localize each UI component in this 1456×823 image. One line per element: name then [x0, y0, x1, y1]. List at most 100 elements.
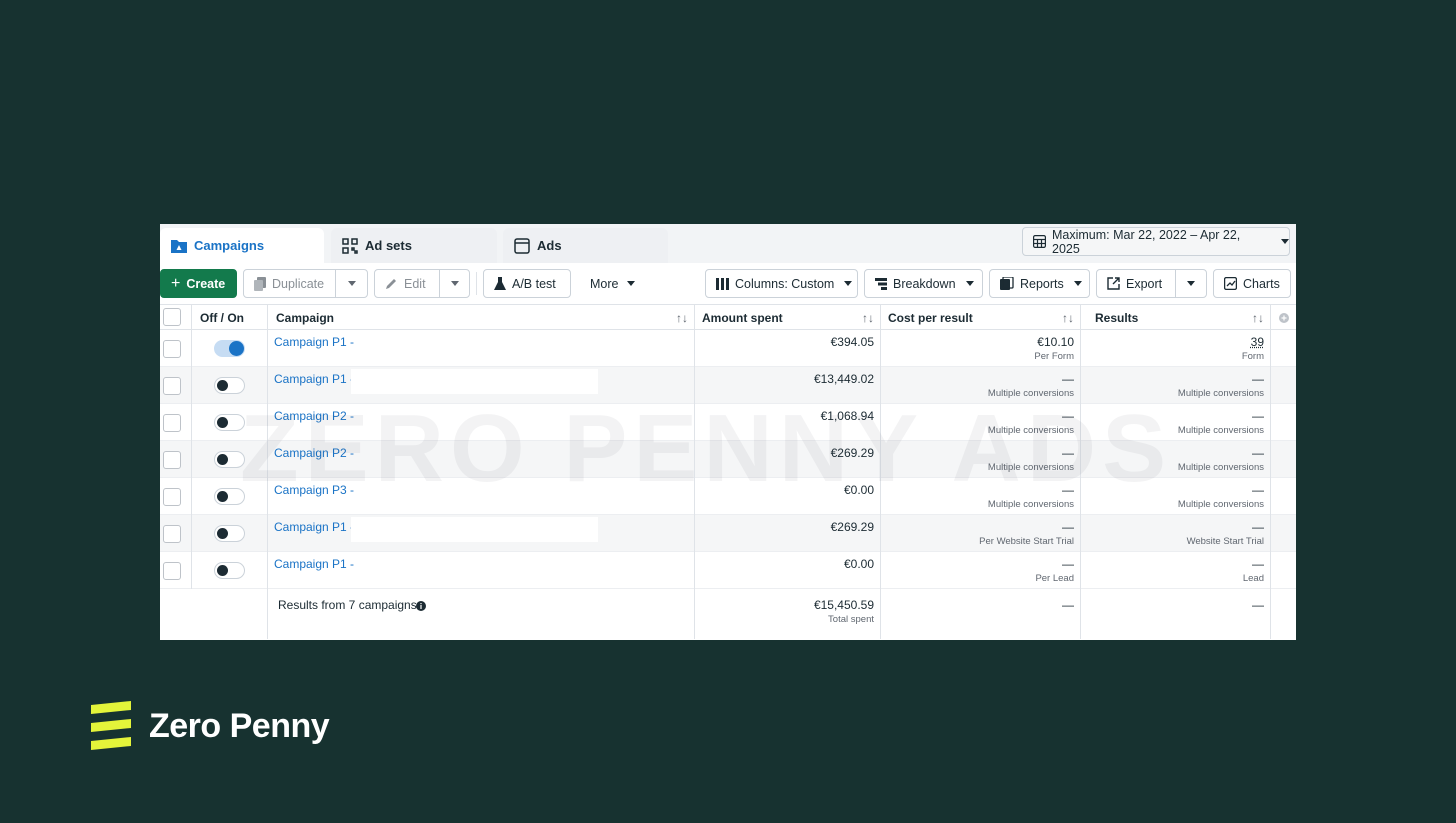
toggle-cell [192, 367, 268, 404]
table-row[interactable]: Campaign P1 - €13,449.02 — Multiple convers… [160, 367, 1296, 404]
table-row[interactable]: Campaign P1 - €269.29 — Per Website Start T… [160, 515, 1296, 552]
table-row[interactable]: Campaign P1 - €0.00 — Per Lead — Lead [160, 552, 1296, 589]
campaign-name-link[interactable]: Campaign P2 - [274, 446, 354, 460]
header-select-cell [160, 305, 192, 330]
campaign-name-link[interactable]: Campaign P1 - [274, 372, 354, 386]
sort-icon[interactable]: ↑↓ [862, 311, 874, 325]
export-button[interactable]: Export [1096, 269, 1176, 298]
ab-test-button[interactable]: A/B test [483, 269, 571, 298]
header-offon[interactable]: Off / On [192, 305, 268, 330]
toolbar-divider [476, 272, 477, 295]
results-cell: — Multiple conversions [1081, 367, 1271, 404]
campaign-name-link[interactable]: Campaign P1 - [274, 335, 354, 349]
edit-menu-button[interactable] [439, 269, 470, 298]
campaign-toggle[interactable] [214, 488, 245, 505]
amount-value: €0.00 [843, 483, 874, 497]
tab-ad-sets[interactable]: Ad sets [331, 228, 497, 263]
results-value: — [1252, 520, 1264, 534]
header-cost-per-result[interactable]: Cost per result ↑↓ [881, 305, 1081, 330]
footer-amount: €15,450.59 [813, 598, 874, 612]
cost-cell: — Multiple conversions [881, 367, 1081, 404]
breakdown-button[interactable]: Breakdown [864, 269, 983, 298]
row-checkbox[interactable] [163, 488, 181, 506]
reports-button[interactable]: Reports [989, 269, 1090, 298]
campaign-name-link[interactable]: Campaign P1 - [274, 557, 354, 571]
results-subtext: Website Start Trial [1186, 536, 1264, 547]
results-cell: — Website Start Trial [1081, 515, 1271, 552]
campaign-toggle[interactable] [214, 451, 245, 468]
amount-cell: €269.29 [695, 441, 881, 478]
duplicate-menu-button[interactable] [335, 269, 368, 298]
row-checkbox[interactable] [163, 562, 181, 580]
row-checkbox[interactable] [163, 525, 181, 543]
row-checkbox[interactable] [163, 414, 181, 432]
amount-cell: €1,068.94 [695, 404, 881, 441]
campaign-cell: Campaign P3 - [268, 478, 695, 515]
cost-subtext: Per Form [1034, 351, 1074, 362]
charts-button[interactable]: Charts [1213, 269, 1291, 298]
results-value[interactable]: 39 [1251, 335, 1264, 349]
footer-cost: — [1062, 598, 1074, 612]
toggle-knob [217, 417, 228, 428]
reports-label: Reports [1020, 276, 1064, 291]
sort-icon[interactable]: ↑↓ [676, 311, 688, 325]
campaign-name-link[interactable]: Campaign P2 - [274, 409, 354, 423]
campaign-cell: Campaign P1 - [268, 552, 695, 589]
export-label: Export [1126, 276, 1163, 291]
tab-campaigns[interactable]: Campaigns [160, 228, 324, 263]
add-column-button[interactable] [1271, 305, 1296, 330]
pencil-icon [385, 277, 398, 290]
cost-cell: — Multiple conversions [881, 441, 1081, 478]
export-menu-button[interactable] [1175, 269, 1207, 298]
row-checkbox[interactable] [163, 340, 181, 358]
chevron-down-icon [965, 281, 974, 286]
sort-icon[interactable]: ↑↓ [1062, 311, 1074, 325]
more-button[interactable]: More [578, 269, 646, 298]
header-amount-spent[interactable]: Amount spent ↑↓ [695, 305, 881, 330]
select-all-checkbox[interactable] [163, 308, 181, 326]
row-checkbox[interactable] [163, 451, 181, 469]
campaign-cell: Campaign P1 - [268, 367, 695, 404]
amount-value: €13,449.02 [813, 372, 874, 386]
cost-subtext: Per Lead [1035, 573, 1074, 584]
header-campaign[interactable]: Campaign ↑↓ [268, 305, 695, 330]
results-cell: — Multiple conversions [1081, 404, 1271, 441]
campaign-toggle[interactable] [214, 562, 245, 579]
columns-button[interactable]: Columns: Custom [705, 269, 858, 298]
header-label: Results [1095, 310, 1139, 325]
create-label: Create [186, 276, 226, 291]
sort-icon[interactable]: ↑↓ [1252, 311, 1264, 325]
select-cell [160, 441, 192, 478]
tab-label: Ad sets [365, 238, 412, 253]
tab-label: Ads [537, 238, 562, 253]
table-row[interactable]: Campaign P1 - €394.05 €10.10 Per Form 39 Form [160, 330, 1296, 367]
amount-value: €269.29 [830, 520, 874, 534]
flask-icon [494, 276, 506, 291]
duplicate-button[interactable]: Duplicate [243, 269, 336, 298]
select-cell [160, 515, 192, 552]
create-button[interactable]: + Create [160, 269, 237, 298]
row-checkbox[interactable] [163, 377, 181, 395]
table-row[interactable]: Campaign P2 - €1,068.94 — Multiple conversi… [160, 404, 1296, 441]
cost-value: — [1062, 520, 1074, 534]
results-cell: — Lead [1081, 552, 1271, 589]
info-icon[interactable] [416, 598, 426, 616]
campaign-toggle[interactable] [214, 414, 245, 431]
cost-cell: — Per Website Start Trial [881, 515, 1081, 552]
campaign-name-link[interactable]: Campaign P3 - [274, 483, 354, 497]
edit-button[interactable]: Edit [374, 269, 440, 298]
campaign-toggle[interactable] [214, 340, 245, 357]
campaign-toggle[interactable] [214, 525, 245, 542]
date-range-picker[interactable]: Maximum: Mar 22, 2022 – Apr 22, 2025 [1022, 227, 1290, 256]
campaign-cell: Campaign P2 - [268, 441, 695, 478]
ads-manager-panel: Campaigns Ad sets Ads Maximum: Mar 22, 2… [160, 224, 1296, 640]
toggle-knob [217, 565, 228, 576]
campaign-toggle[interactable] [214, 377, 245, 394]
table-row[interactable]: Campaign P2 - €269.29 — Multiple conversion… [160, 441, 1296, 478]
header-results[interactable]: Results ↑↓ [1081, 305, 1271, 330]
table-row[interactable]: Campaign P3 - €0.00— Multiple conversions —… [160, 478, 1296, 515]
cost-subtext: Per Website Start Trial [979, 536, 1074, 547]
campaign-name-link[interactable]: Campaign P1 - [274, 520, 354, 534]
results-subtext: Multiple conversions [1177, 425, 1264, 436]
tab-ads[interactable]: Ads [503, 228, 668, 263]
